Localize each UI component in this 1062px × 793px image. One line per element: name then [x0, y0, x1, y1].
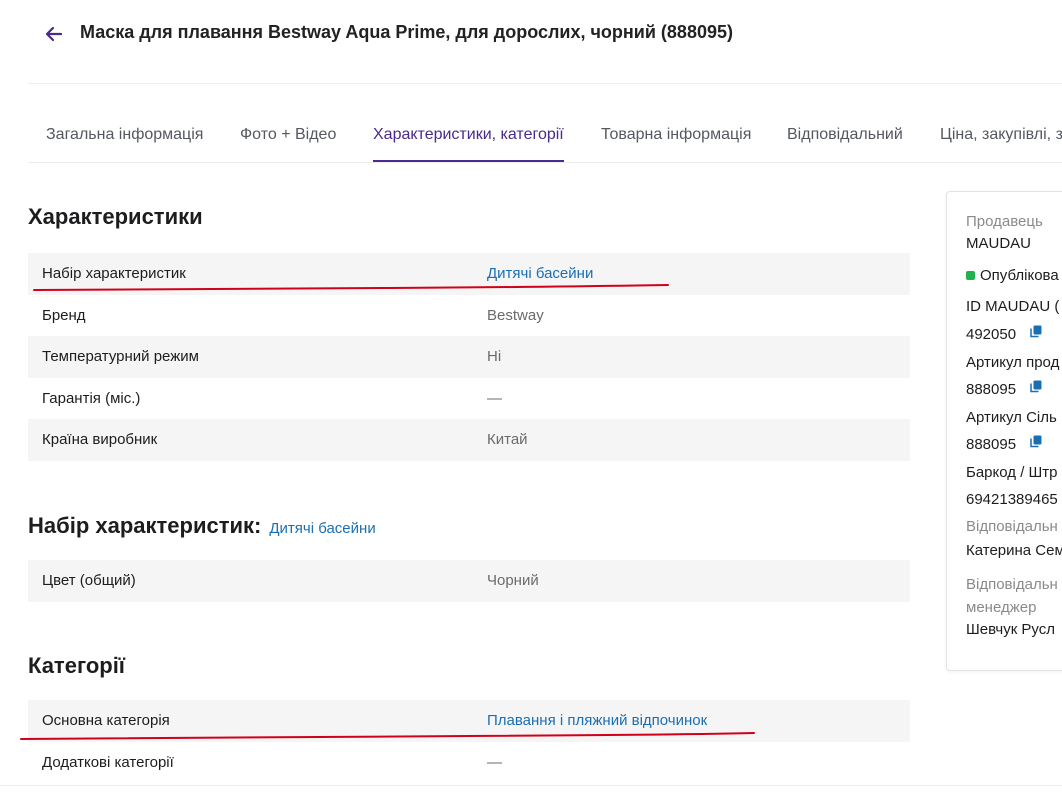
row-value: Ні [487, 348, 502, 365]
row-key: Набір характеристик [42, 265, 186, 282]
row-value: — [487, 389, 502, 407]
article-seller-label: Артикул прод [966, 354, 1060, 371]
id-value: 492050 [966, 326, 1017, 343]
main-category-link[interactable]: Плавання і пляжний відпочинок [487, 700, 707, 741]
tab-general-info[interactable]: Загальна інформація [46, 110, 203, 162]
article-sil-label: Артикул Сіль [966, 409, 1057, 426]
header-divider [28, 83, 1062, 84]
page-header: Маска для плавання Bestway Aqua Prime, д… [0, 0, 1062, 84]
row-value: Bestway [487, 306, 544, 324]
row-value: Китай [487, 431, 528, 448]
tab-product-info[interactable]: Товарна інформація [601, 110, 751, 162]
charset-title-link[interactable]: Дитячі басейни [269, 520, 375, 537]
table-row: Гарантія (міс.) — [28, 378, 910, 420]
bottom-divider [0, 785, 1062, 786]
copy-icon[interactable] [1030, 325, 1042, 342]
copy-icon[interactable] [1030, 435, 1042, 452]
tab-price-purchases[interactable]: Ціна, закупівлі, з [940, 110, 1062, 162]
table-row: Основна категорія Плавання і пляжний від… [28, 700, 910, 742]
article-sil-field: 888095 [966, 435, 1042, 454]
row-key: Основна категорія [42, 712, 170, 729]
table-row: Цвет (общий) Чорний [28, 560, 910, 602]
tab-responsible[interactable]: Відповідальний [787, 110, 903, 162]
barcode-label: Баркод / Штр [966, 464, 1058, 481]
categories-table: Основна категорія Плавання і пляжний від… [28, 700, 910, 783]
barcode-value: 69421389465 [966, 491, 1058, 508]
row-key: Бренд [42, 306, 86, 324]
manager-value: Шевчук Русл [966, 621, 1056, 638]
characteristics-table: Набір характеристик Дитячі басейни Бренд… [28, 253, 910, 461]
charset-table: Цвет (общий) Чорний [28, 560, 910, 602]
table-row: Бренд Bestway [28, 295, 910, 337]
back-button[interactable] [40, 20, 68, 48]
article-seller-field: 888095 [966, 380, 1042, 399]
manager-label-2: менеджер [966, 599, 1037, 616]
seller-label: Продавець [966, 213, 1043, 230]
page-title: Маска для плавання Bestway Aqua Prime, д… [80, 22, 733, 42]
charset-link[interactable]: Дитячі басейни [487, 253, 593, 294]
article-seller-value: 888095 [966, 381, 1017, 398]
seller-value: MAUDAU [966, 235, 1032, 252]
tab-characteristics-categories[interactable]: Характеристики, категорії [373, 110, 564, 162]
responsible-label: Відповідальн [966, 518, 1058, 535]
status-badge: Опублікова [966, 267, 1059, 284]
product-summary-card: Продавець MAUDAU Опублікова ID MAUDAU ( … [946, 191, 1062, 671]
row-value: Чорний [487, 572, 539, 589]
table-row: Набір характеристик Дитячі басейни [28, 253, 910, 295]
row-key: Гарантія (міс.) [42, 389, 141, 407]
charset-title-text: Набір характеристик: [28, 513, 262, 538]
table-row: Додаткові категорії — [28, 742, 910, 784]
article-sil-value: 888095 [966, 436, 1017, 453]
row-key: Температурний режим [42, 348, 199, 365]
row-key: Додаткові категорії [42, 753, 174, 771]
table-row: Температурний режим Ні [28, 336, 910, 378]
manager-label: Відповідальн [966, 576, 1058, 593]
categories-title: Категорії [28, 653, 125, 678]
table-row: Країна виробник Китай [28, 419, 910, 461]
row-value: — [487, 753, 502, 771]
responsible-value: Катерина Сем [966, 542, 1062, 559]
id-label: ID MAUDAU ( [966, 298, 1060, 315]
tabs-divider [28, 162, 1062, 163]
status-text: Опублікова [980, 267, 1059, 284]
copy-icon[interactable] [1030, 380, 1042, 397]
arrow-left-icon [45, 26, 63, 42]
characteristics-title: Характеристики [28, 204, 203, 229]
tab-bar: Загальна інформація Фото + Відео Характе… [28, 110, 1062, 162]
tab-photo-video[interactable]: Фото + Відео [240, 110, 336, 162]
status-dot-icon [966, 270, 975, 280]
row-key: Цвет (общий) [42, 572, 136, 589]
row-key: Країна виробник [42, 431, 158, 448]
id-field: 492050 [966, 325, 1042, 344]
charset-title: Набір характеристик: Дитячі басейни [28, 513, 376, 539]
